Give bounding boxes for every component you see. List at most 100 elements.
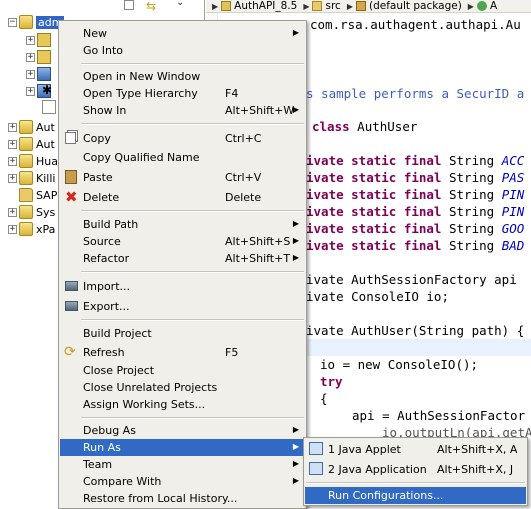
breadcrumb-folder-label: src [325, 0, 341, 12]
menu-item-paste[interactable]: Paste Ctrl+V [60, 169, 305, 186]
tree-item[interactable]: + Aut [8, 136, 55, 152]
tree-item[interactable]: + Killi [8, 170, 55, 186]
menu-item-open-type-hierarchy[interactable]: Open Type Hierarchy F4 [60, 85, 305, 102]
menu-item-label: Compare With [83, 475, 162, 488]
menu-item-assign-working-sets[interactable]: Assign Working Sets... [60, 396, 305, 413]
menu-item-label: Close Unrelated Projects [83, 381, 218, 394]
menu-item-refresh[interactable]: ⟳ Refresh F5 [60, 344, 305, 361]
submenu-arrow-icon: ▶ [292, 219, 299, 228]
chevron-right-icon: ▶ [303, 1, 310, 11]
collapse-icon[interactable]: − [8, 17, 17, 27]
tree-item[interactable]: + Aut [8, 119, 55, 135]
menu-item-close-unrelated-projects[interactable]: Close Unrelated Projects [60, 379, 305, 396]
keyword: class [312, 119, 350, 134]
code-line: ivate static final String PAS [306, 169, 524, 186]
breadcrumb-folder[interactable]: ▶ src [303, 0, 341, 12]
tree-item[interactable]: + Sys [8, 204, 55, 220]
class-icon [476, 1, 487, 11]
tree-item[interactable]: + [26, 32, 54, 48]
link-editor-icon[interactable]: ⇆ [146, 0, 156, 13]
menu-item-label: Go Into [83, 44, 124, 57]
explorer-toolbar: ⇆ ⌄ [120, 0, 205, 13]
menu-item-copy[interactable]: Copy Ctrl+C [60, 130, 305, 147]
expand-icon[interactable]: + [8, 156, 17, 166]
tree-item[interactable]: + Hua [8, 153, 58, 169]
project-icon [19, 137, 33, 151]
code-line: api = AuthSessionFactor [352, 408, 526, 423]
view-menu-icon[interactable]: ⌄ [176, 0, 184, 8]
code-line: ivate static final String BAD [306, 237, 524, 254]
code-line-comment: s sample performs a SecurID a [306, 86, 525, 101]
tree-item-label: Sys [36, 205, 56, 219]
tree-item[interactable]: + xPa [8, 221, 55, 237]
menu-item-build-path[interactable]: Build Path ▶ [60, 216, 305, 233]
menu-item-label: Delete [83, 191, 120, 204]
expand-icon[interactable]: + [8, 224, 17, 234]
menu-item-build-project[interactable]: Build Project [60, 325, 305, 342]
menu-item-new[interactable]: New ▶ [60, 25, 305, 42]
keyword: ivate static final [306, 153, 442, 168]
menu-item-delete[interactable]: ✖ Delete Delete [60, 189, 305, 206]
breadcrumb-package[interactable]: ▶ (default package) [347, 0, 462, 12]
expand-icon[interactable]: + [8, 139, 17, 149]
tree-item[interactable]: + [26, 66, 54, 82]
menu-item-compare-with[interactable]: Compare With ▶ [60, 473, 305, 490]
menu-item-label: Copy Qualified Name [83, 151, 200, 164]
field-name: PIN [501, 187, 525, 202]
expand-icon[interactable]: + [26, 69, 35, 79]
expand-icon[interactable]: + [26, 52, 35, 62]
breadcrumb-project[interactable]: ▶ AuthAPI_8.5 [212, 0, 297, 12]
keyword: ivate static final [306, 238, 442, 253]
submenu-item-run-configurations[interactable]: Run Configurations... [305, 487, 526, 504]
bug-icon: ✱ [42, 83, 53, 97]
menu-item-label: Open Type Hierarchy [83, 87, 198, 100]
menu-item-shortcut: Alt+Shift+T [225, 252, 291, 265]
menu-item-debug-as[interactable]: Debug As ▶ [60, 422, 305, 439]
menu-item-run-as[interactable]: Run As ▶ [60, 439, 305, 456]
submenu-item-shortcut: Alt+Shift+X, J [437, 463, 514, 476]
menu-item-import[interactable]: Import... [60, 278, 305, 295]
minimize-view-icon[interactable] [124, 0, 134, 10]
tree-item[interactable]: SAP [19, 187, 57, 203]
expand-icon[interactable]: + [8, 122, 17, 132]
tree-item[interactable]: + [26, 49, 54, 65]
expand-icon[interactable]: + [26, 86, 35, 96]
submenu-arrow-icon: ▶ [292, 425, 299, 434]
expand-icon[interactable]: + [26, 35, 35, 45]
menu-item-go-into[interactable]: Go Into [60, 42, 305, 59]
tree-item[interactable] [42, 99, 59, 115]
menu-item-label: Close Project [83, 364, 155, 377]
menu-item-shortcut: F5 [225, 346, 239, 359]
menu-separator [81, 417, 304, 419]
submenu-arrow-icon: ▶ [292, 476, 299, 485]
tree-item[interactable]: − adm [8, 14, 65, 30]
expand-icon[interactable]: + [8, 173, 17, 183]
delete-icon: ✖ [65, 188, 78, 206]
menu-separator [306, 482, 525, 484]
breadcrumb-class[interactable]: ▶ A [468, 0, 497, 12]
tree-item-label: xPa [36, 222, 56, 236]
submenu-arrow-icon: ▶ [292, 236, 299, 245]
menu-item-show-in[interactable]: Show In Alt+Shift+W ▶ [60, 102, 305, 119]
menu-item-export[interactable]: Export... [60, 298, 305, 315]
import-icon [65, 281, 78, 291]
breadcrumb-project-label: AuthAPI_8.5 [234, 0, 298, 12]
menu-item-source[interactable]: Source Alt+Shift+S ▶ [60, 233, 305, 250]
field-name: PIN [501, 204, 525, 219]
submenu-item-java-application[interactable]: 2 Java Application Alt+Shift+X, J [305, 461, 526, 478]
menu-item-label: Open in New Window [83, 70, 201, 83]
menu-item-label: Run As [83, 441, 121, 454]
expand-icon[interactable]: + [8, 207, 17, 217]
menu-item-refactor[interactable]: Refactor Alt+Shift+T ▶ [60, 250, 305, 267]
menu-item-copy-qualified-name[interactable]: Copy Qualified Name [60, 149, 305, 166]
submenu-item-java-applet[interactable]: 1 Java Applet Alt+Shift+X, A [305, 441, 526, 458]
tree-item-label: SAP [36, 188, 58, 202]
package-icon [37, 50, 51, 64]
menu-item-team[interactable]: Team ▶ [60, 456, 305, 473]
menu-item-open-in-new-window[interactable]: Open in New Window [60, 68, 305, 85]
menu-item-restore-from-local-history[interactable]: Restore from Local History... [60, 490, 305, 507]
menu-item-close-project[interactable]: Close Project [60, 362, 305, 379]
menu-item-label: Paste [83, 171, 113, 184]
project-icon [19, 120, 33, 134]
tree-item[interactable]: ✱ [42, 82, 59, 98]
